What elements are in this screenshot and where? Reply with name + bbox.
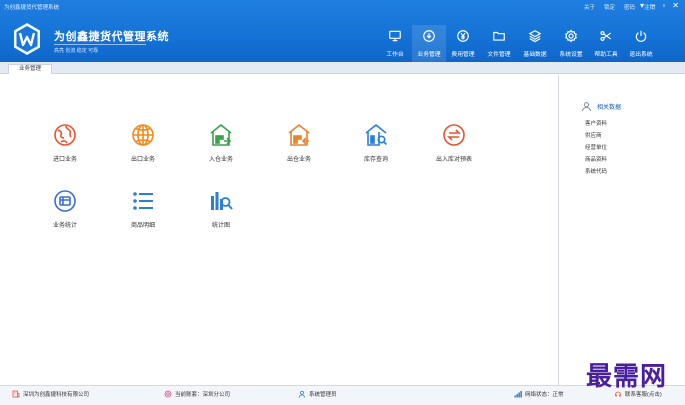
list-icon xyxy=(133,192,153,210)
module-warehouse-out[interactable]: 出仓业务 xyxy=(267,122,331,163)
stats-circle-icon xyxy=(54,190,76,212)
nav-basic-data[interactable]: 基础数据 xyxy=(518,25,552,62)
user-icon xyxy=(581,102,592,112)
module-chart[interactable]: 统计图 xyxy=(189,188,253,229)
lock-link[interactable]: 锁定 xyxy=(604,3,615,11)
module-label: 业务统计 xyxy=(52,223,77,229)
minimize-icon[interactable]: – xyxy=(651,1,655,10)
title-bar: 为创鑫捷货代管理系统 关于 锁定 密码 注销 ▾ – ▫ ✕ 为创鑫捷货代管理系… xyxy=(0,0,685,62)
top-navigation: 工作台 业务管理 费用管理 文件管理 基础数据 系统设置 帮助工具 退出系统 xyxy=(0,25,685,62)
signal-icon xyxy=(514,391,522,398)
download-circle-icon xyxy=(423,30,435,42)
user-name: 系统管理员 xyxy=(309,392,337,398)
account-label: 当前账套：深圳分公司 xyxy=(175,392,231,398)
related-item-system-code[interactable]: 系统代码 xyxy=(585,166,607,178)
window-controls: ▾ – ▫ ✕ xyxy=(640,1,679,10)
related-data-header: 相关数据 xyxy=(581,101,621,112)
module-label: 入仓业务 xyxy=(208,157,233,163)
monitor-icon xyxy=(389,30,401,42)
warehouse-in-icon xyxy=(210,123,232,146)
nav-label: 业务管理 xyxy=(417,52,441,58)
status-user: 系统管理员 xyxy=(298,390,337,398)
layers-icon xyxy=(528,30,542,43)
about-link[interactable]: 关于 xyxy=(584,3,595,11)
nav-settings[interactable]: 系统设置 xyxy=(554,25,588,62)
related-item-customer[interactable]: 客户资料 xyxy=(585,118,607,130)
status-network: 网络状态：正常 xyxy=(514,390,564,398)
nav-label: 帮助工具 xyxy=(594,52,618,58)
scissors-icon xyxy=(600,31,612,41)
related-data-list: 客户资料 供应商 经营单位 商品资料 系统代码 xyxy=(585,118,607,178)
nav-label: 工作台 xyxy=(386,52,404,58)
warehouse-search-icon xyxy=(365,123,388,146)
company-name: 深圳为创鑫捷科技有限公司 xyxy=(23,392,90,398)
nav-fees[interactable]: 费用管理 xyxy=(446,25,480,62)
module-label: 统计图 xyxy=(211,223,230,229)
module-warehouse-in[interactable]: 入仓业务 xyxy=(189,122,253,163)
related-item-operator[interactable]: 经营单位 xyxy=(585,142,607,154)
module-import[interactable]: 进口业务 xyxy=(33,122,97,163)
network-status: 网络状态：正常 xyxy=(525,392,564,398)
chart-search-icon xyxy=(211,192,233,210)
exchange-circle-icon xyxy=(443,124,465,146)
module-label: 出入库对预表 xyxy=(435,157,472,163)
tab-business-management[interactable]: 业务管理 xyxy=(8,64,53,74)
status-company: 深圳为创鑫捷科技有限公司 xyxy=(12,390,89,398)
module-business-stats[interactable]: 业务统计 xyxy=(33,188,97,229)
folder-icon xyxy=(493,31,505,41)
related-item-goods[interactable]: 商品资料 xyxy=(585,154,607,166)
module-label: 商品明细 xyxy=(130,223,155,229)
module-grid: 进口业务 出口业务 入仓业务 出仓业务 库存查询 出入库对预表 业务统计 商品明… xyxy=(0,75,558,385)
nav-workbench[interactable]: 工作台 xyxy=(378,25,412,62)
related-item-supplier[interactable]: 供应商 xyxy=(585,130,607,142)
window-title: 为创鑫捷货代管理系统 xyxy=(4,5,60,11)
building-icon xyxy=(12,390,20,398)
module-label: 库存查询 xyxy=(363,157,388,163)
nav-label: 费用管理 xyxy=(451,52,475,58)
nav-help-tools[interactable]: 帮助工具 xyxy=(589,25,623,62)
user-icon xyxy=(298,390,306,398)
warehouse-out-icon xyxy=(288,123,310,146)
gear-icon xyxy=(564,29,578,43)
account-set-icon xyxy=(164,390,172,398)
module-inventory-query[interactable]: 库存查询 xyxy=(344,122,408,163)
status-account: 当前账套：深圳分公司 xyxy=(164,390,230,398)
nav-label: 退出系统 xyxy=(629,52,653,58)
related-data-title: 相关数据 xyxy=(597,105,622,111)
module-label: 进口业务 xyxy=(52,157,77,163)
password-link[interactable]: 密码 xyxy=(624,3,635,11)
export-globe-icon xyxy=(132,124,154,146)
nav-exit[interactable]: 退出系统 xyxy=(624,25,658,62)
menu-dropdown-icon[interactable]: ▾ xyxy=(640,1,644,10)
nav-business[interactable]: 业务管理 xyxy=(412,25,446,62)
nav-label: 基础数据 xyxy=(523,52,547,58)
related-data-panel: 相关数据 客户资料 供应商 经营单位 商品资料 系统代码 xyxy=(558,75,685,385)
nav-files[interactable]: 文件管理 xyxy=(482,25,516,62)
yen-circle-icon xyxy=(457,30,469,42)
module-export[interactable]: 出口业务 xyxy=(111,122,175,163)
close-icon[interactable]: ✕ xyxy=(672,1,679,10)
nav-label: 系统设置 xyxy=(559,52,583,58)
import-globe-icon xyxy=(54,124,76,146)
watermark: 最需网 xyxy=(585,362,667,392)
nav-label: 文件管理 xyxy=(487,52,511,58)
maximize-icon[interactable]: ▫ xyxy=(662,1,665,10)
tab-bar: 业务管理 xyxy=(0,62,685,74)
power-icon xyxy=(635,30,647,42)
status-bar: 深圳为创鑫捷科技有限公司 当前账套：深圳分公司 系统管理员 网络状态：正常 联系… xyxy=(0,385,685,405)
module-label: 出仓业务 xyxy=(286,157,311,163)
module-in-out-report[interactable]: 出入库对预表 xyxy=(422,122,486,163)
module-goods-detail[interactable]: 商品明细 xyxy=(111,188,175,229)
module-label: 出口业务 xyxy=(130,157,155,163)
